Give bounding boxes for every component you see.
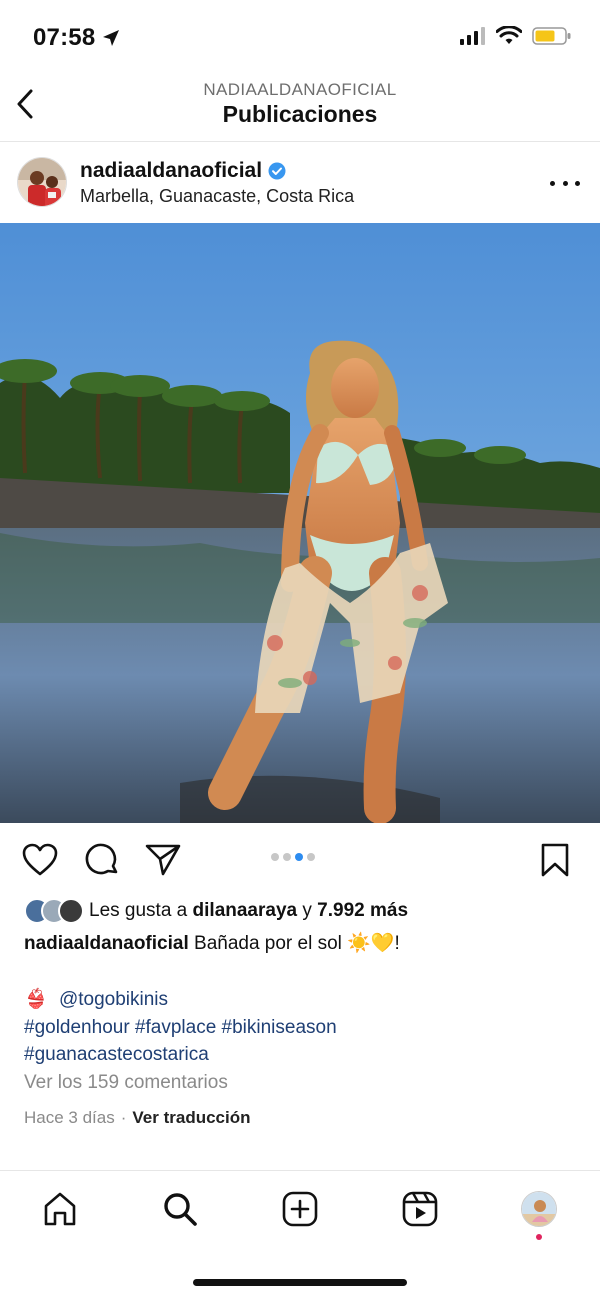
- more-dot: [562, 180, 568, 186]
- battery-icon: [532, 27, 571, 45]
- status-time: 07:58: [33, 24, 121, 52]
- tab-home[interactable]: [40, 1189, 80, 1229]
- meta-separator: ·: [120, 1108, 127, 1127]
- likes-row[interactable]: Les gusta a dilanaaraya y 7.992 más: [24, 898, 408, 924]
- carousel-indicator: [271, 853, 315, 861]
- carousel-dot-active: [295, 853, 303, 861]
- comment-button[interactable]: [83, 841, 121, 879]
- status-bar: 07:58: [0, 0, 600, 76]
- signal-icon: [460, 27, 485, 45]
- caption-username[interactable]: nadiaaldanaoficial: [24, 933, 189, 954]
- home-icon: [44, 1192, 76, 1226]
- post-header: nadiaaldanaoficial Marbella, Guanacaste,…: [0, 143, 600, 223]
- post-action-bar: [0, 823, 600, 893]
- liker-avatars: [24, 898, 84, 924]
- avatar-image: [18, 158, 66, 206]
- heart-icon: [22, 843, 58, 876]
- profile-avatar: [522, 1192, 556, 1226]
- create-post-icon: [282, 1191, 318, 1227]
- likes-prefix: Les gusta a: [89, 900, 188, 921]
- likes-text: Les gusta a dilanaaraya y 7.992 más: [89, 900, 408, 922]
- carousel-dot: [307, 853, 315, 861]
- home-indicator: [193, 1279, 407, 1286]
- bikini-emoji: 👙: [24, 989, 48, 1010]
- author-username-text: nadiaaldanaoficial: [80, 159, 263, 182]
- search-icon: [164, 1193, 197, 1226]
- caption-mention[interactable]: @togobikinis: [59, 989, 168, 1010]
- caption-mention-line: 👙 @togobikinis: [24, 986, 584, 1014]
- post-image[interactable]: [0, 223, 600, 823]
- view-comments-link[interactable]: Ver los 159 comentarios: [24, 1072, 228, 1094]
- nav-subtitle: NADIAALDANAOFICIAL: [203, 80, 397, 99]
- profile-notification-dot: [536, 1234, 542, 1240]
- save-button[interactable]: [536, 841, 574, 879]
- post-time-ago: Hace 3 días: [24, 1108, 115, 1127]
- caption-text: Bañada por el sol ☀️💛!: [194, 933, 400, 954]
- carousel-dot: [271, 853, 279, 861]
- post-meta: Hace 3 días · Ver traducción: [24, 1108, 251, 1128]
- tab-create[interactable]: [280, 1189, 320, 1229]
- post-caption: nadiaaldanaoficial Bañada por el sol ☀️💛…: [24, 930, 584, 958]
- author-username[interactable]: nadiaaldanaoficial: [80, 159, 286, 183]
- nav-header: NADIAALDANAOFICIAL Publicaciones: [0, 76, 600, 142]
- reels-icon: [402, 1191, 438, 1227]
- send-icon: [145, 844, 181, 876]
- post-location[interactable]: Marbella, Guanacaste, Costa Rica: [80, 186, 354, 207]
- author-avatar[interactable]: [17, 157, 67, 207]
- likes-connector: y: [302, 900, 312, 921]
- likes-count[interactable]: 7.992 más: [317, 900, 408, 921]
- tab-search[interactable]: [160, 1189, 200, 1229]
- bookmark-icon: [541, 843, 569, 877]
- like-button[interactable]: [21, 841, 59, 879]
- location-arrow-icon: [103, 30, 120, 46]
- tab-profile[interactable]: [521, 1191, 557, 1227]
- status-indicators: [460, 26, 572, 46]
- bottom-tab-bar: [0, 1170, 600, 1299]
- caption-hashtags-2[interactable]: #guanacastecostarica: [24, 1041, 584, 1069]
- more-dot: [575, 180, 580, 186]
- verified-badge-icon: [268, 162, 286, 180]
- carousel-dot: [283, 853, 291, 861]
- tab-reels[interactable]: [400, 1189, 440, 1229]
- comment-icon: [85, 843, 118, 875]
- more-options-button[interactable]: [550, 173, 580, 193]
- see-translation-link[interactable]: Ver traducción: [132, 1108, 250, 1128]
- page-title: Publicaciones: [222, 101, 378, 127]
- status-time-text: 07:58: [33, 24, 96, 51]
- liker-username[interactable]: dilanaaraya: [193, 900, 298, 921]
- caption-hashtags-1[interactable]: #goldenhour #favplace #bikiniseason: [24, 1014, 584, 1042]
- wifi-icon: [496, 26, 522, 44]
- more-horizontal-icon: [550, 180, 555, 186]
- share-button[interactable]: [144, 841, 182, 879]
- liker-avatar: [58, 898, 84, 924]
- beach-photo: [0, 223, 600, 823]
